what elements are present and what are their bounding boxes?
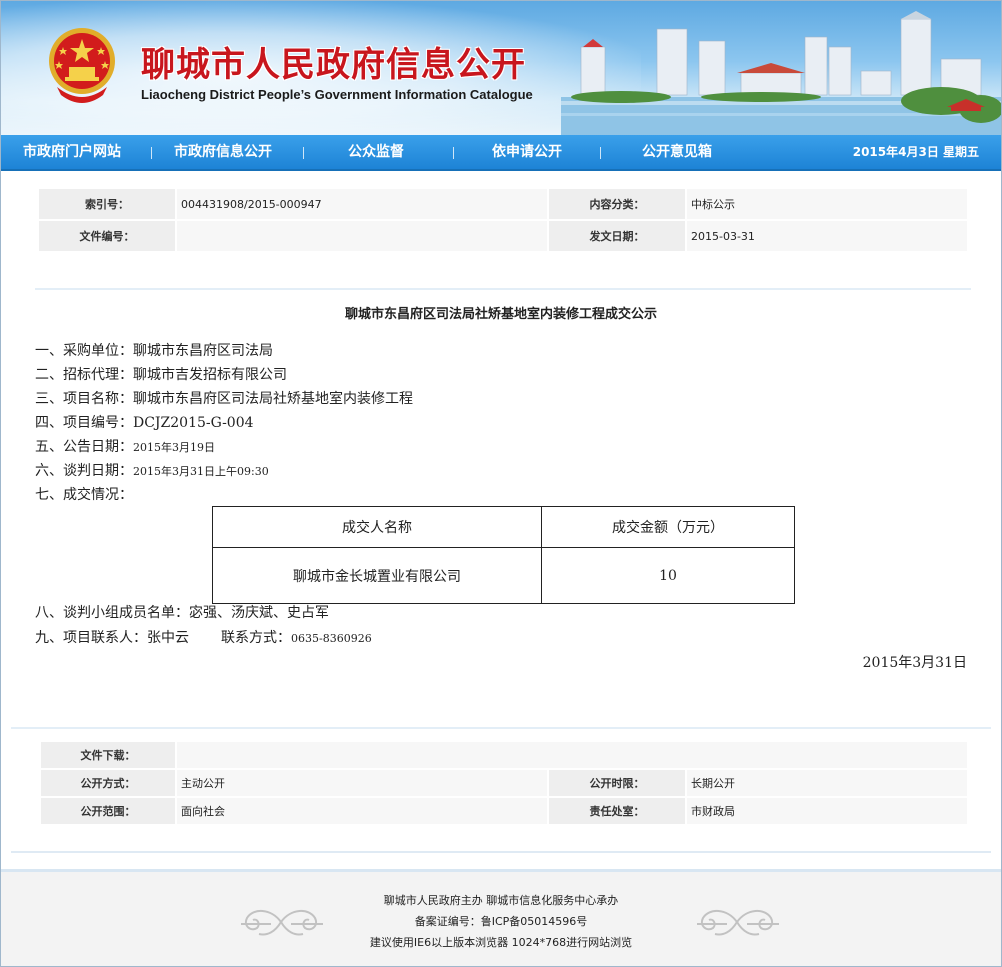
deal-col-winner: 成交人名称: [212, 506, 542, 548]
main-nav: 市政府门户网站 市政府信息公开 公众监督 依申请公开 公开意见箱 2015年4月…: [1, 135, 1001, 171]
talk-date-label: 六、谈判日期：: [35, 463, 133, 479]
article-line: 九、项目联系人：张中云 联系方式：0635-8360926: [35, 627, 372, 647]
article-line: 一、采购单位：聊城市东昌府区司法局: [35, 343, 273, 359]
nav-portal-link[interactable]: 市政府门户网站: [23, 135, 121, 169]
divider: [11, 727, 991, 729]
footer-sponsor: 聊城市人民政府主办 聊城市信息化服务中心承办: [383, 894, 619, 907]
notice-date-value: 2015年3月19日: [133, 441, 215, 454]
category-value: 中标公示: [687, 189, 967, 219]
publish-mode-label: 公开方式：: [41, 770, 175, 796]
footer-browser-tip: 建议使用IE6以上版本浏览器 1024*768进行网站浏览: [369, 936, 633, 949]
category-label: 内容分类：: [549, 189, 685, 219]
article-title: 聊城市东昌府区司法局社矫基地室内装修工程成交公示: [344, 307, 657, 322]
article-line: 七、成交情况：: [35, 487, 133, 503]
dept-label: 责任处室：: [549, 798, 685, 824]
footer-icp: 备案证编号：鲁ICP备05014596号: [414, 915, 588, 928]
page-frame: 聊城市人民政府信息公开 Liaocheng District People’s …: [0, 0, 1002, 967]
sign-date: 2015年3月31日: [862, 655, 967, 671]
divider: [11, 851, 991, 853]
table-row: 聊城市金长城置业有限公司 10: [212, 547, 795, 604]
national-emblem-icon: [49, 28, 115, 103]
article-line: 八、谈判小组成员名单：宓强、汤庆斌、史占军: [35, 605, 329, 621]
site-subtitle: Liaocheng District People’s Government I…: [141, 87, 533, 102]
issue-date-label: 发文日期：: [549, 221, 685, 251]
nav-info-link[interactable]: 市政府信息公开: [174, 135, 272, 169]
talk-date-value: 2015年3月31日上午09:30: [133, 465, 269, 478]
nav-date: 2015年4月3日 星期五: [852, 145, 979, 159]
index-value: 004431908/2015-000947: [177, 189, 547, 219]
site-banner: 聊城市人民政府信息公开 Liaocheng District People’s …: [1, 1, 1001, 135]
publish-scope-value: 面向社会: [177, 798, 547, 824]
download-label: 文件下载：: [41, 742, 175, 768]
article-line: 四、项目编号：DCJZ2015-G-004: [35, 415, 254, 431]
notice-date-label: 五、公告日期：: [35, 439, 133, 455]
site-footer: 聊城市人民政府主办 聊城市信息化服务中心承办 备案证编号：鲁ICP备050145…: [1, 869, 1001, 966]
site-title: 聊城市人民政府信息公开: [141, 45, 526, 85]
article-line: 六、谈判日期：2015年3月31日上午09:30: [35, 460, 269, 480]
issue-date-value: 2015-03-31: [687, 221, 967, 251]
deal-table: 成交人名称 成交金额（万元） 聊城市金长城置业有限公司 10: [212, 506, 795, 604]
deal-col-amount: 成交金额（万元）: [541, 506, 795, 548]
contact-phone: 0635-8360926: [291, 632, 372, 645]
docno-label: 文件编号：: [39, 221, 175, 251]
doc-meta-table: 索引号： 004431908/2015-000947 内容分类： 中标公示 文件…: [37, 187, 969, 253]
dept-value: 市财政局: [687, 798, 967, 824]
index-label: 索引号：: [39, 189, 175, 219]
nav-application-link[interactable]: 依申请公开: [492, 135, 562, 169]
contact-label: 联系方式：: [221, 630, 291, 646]
publish-scope-label: 公开范围：: [41, 798, 175, 824]
deal-winner: 聊城市金长城置业有限公司: [212, 547, 542, 604]
nav-supervision-link[interactable]: 公众监督: [348, 135, 404, 169]
article-line: 三、项目名称：聊城市东昌府区司法局社矫基地室内装修工程: [35, 391, 413, 407]
deal-amount: 10: [541, 547, 795, 604]
article-line: 五、公告日期：2015年3月19日: [35, 436, 215, 456]
publish-mode-value: 主动公开: [177, 770, 547, 796]
publish-meta-table: 文件下载： 公开方式： 主动公开 公开时限： 长期公开 公开范围： 面向社会 责…: [39, 740, 969, 826]
article-line: 二、招标代理：聊城市吉发招标有限公司: [35, 367, 287, 383]
city-skyline-image: [561, 11, 1001, 135]
nav-feedback-link[interactable]: 公开意见箱: [642, 135, 712, 169]
publish-time-value: 长期公开: [687, 770, 967, 796]
download-value[interactable]: [177, 742, 967, 768]
docno-value: [177, 221, 547, 251]
publish-time-label: 公开时限：: [549, 770, 685, 796]
divider: [35, 288, 971, 290]
contact-person: 九、项目联系人：张中云: [35, 630, 189, 646]
